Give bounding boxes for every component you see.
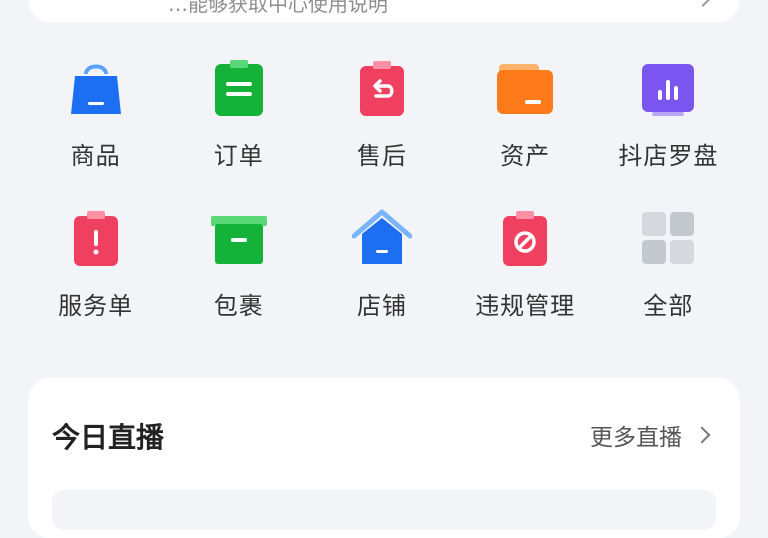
grid-item-assets[interactable]: 资产 xyxy=(454,50,597,200)
alert-clipboard-icon xyxy=(66,208,126,268)
grid-item-store[interactable]: 店铺 xyxy=(310,200,453,350)
chevron-right-icon xyxy=(693,426,711,444)
more-live-link[interactable]: 更多直播 xyxy=(590,418,711,452)
grid-item-orders[interactable]: 订单 xyxy=(167,50,310,200)
top-notice-card[interactable]: …能够获取中心使用说明 xyxy=(28,0,740,22)
order-clipboard-icon xyxy=(209,58,269,118)
grid-item-packages[interactable]: 包裹 xyxy=(167,200,310,350)
grid-item-violations[interactable]: 违规管理 xyxy=(454,200,597,350)
grid-item-label: 订单 xyxy=(213,142,264,170)
top-notice-text: …能够获取中心使用说明 xyxy=(168,0,388,16)
today-live-card: 今日直播 更多直播 xyxy=(28,378,740,538)
function-grid: 商品 订单 售后 资产 抖店罗盘 服务单 包裹 店铺 违规管理 全部 xyxy=(24,50,740,350)
grid-all-icon xyxy=(638,208,698,268)
grid-item-label: 资产 xyxy=(500,142,551,170)
folder-wallet-icon xyxy=(495,58,555,118)
package-box-icon xyxy=(209,208,269,268)
grid-item-label: 包裹 xyxy=(213,292,264,320)
grid-item-label: 售后 xyxy=(356,142,407,170)
live-section-title: 今日直播 xyxy=(52,421,165,454)
bar-chart-icon xyxy=(638,58,698,118)
store-house-icon xyxy=(351,208,412,268)
grid-item-label: 商品 xyxy=(70,142,121,170)
prohibited-icon xyxy=(495,208,555,268)
grid-item-label: 全部 xyxy=(643,292,694,320)
grid-item-products[interactable]: 商品 xyxy=(24,50,167,200)
grid-item-label: 服务单 xyxy=(58,292,134,320)
grid-item-after-sales[interactable]: 售后 xyxy=(310,50,453,200)
chevron-right-icon xyxy=(693,0,713,7)
live-content-preview[interactable] xyxy=(52,490,716,530)
grid-item-all[interactable]: 全部 xyxy=(597,200,740,350)
grid-item-service-tickets[interactable]: 服务单 xyxy=(24,200,167,350)
grid-item-label: 违规管理 xyxy=(475,292,576,320)
more-live-label: 更多直播 xyxy=(590,425,682,451)
grid-item-label: 店铺 xyxy=(356,292,407,320)
grid-item-label: 抖店罗盘 xyxy=(618,142,719,170)
grid-item-compass[interactable]: 抖店罗盘 xyxy=(597,50,740,200)
shopping-bag-icon xyxy=(66,58,126,118)
after-sales-return-icon xyxy=(352,58,412,118)
